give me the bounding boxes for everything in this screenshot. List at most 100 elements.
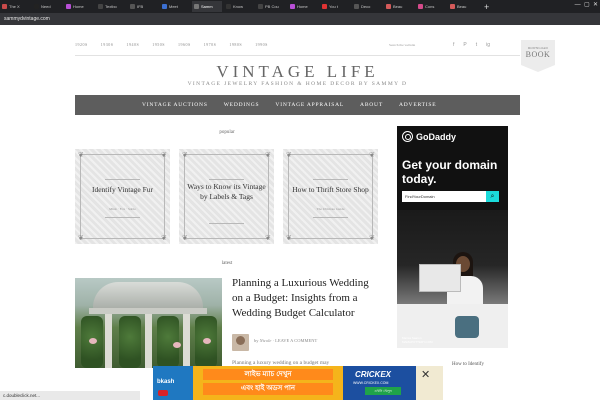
- card-frame: [80, 154, 165, 239]
- browser-tab[interactable]: The X: [0, 1, 30, 12]
- badge-big-text: BOOK: [525, 50, 551, 59]
- browser-tab[interactable]: PB Cou: [256, 1, 286, 12]
- gazebo-pillar: [105, 314, 112, 368]
- ad-brand: GoDaddy: [416, 131, 457, 142]
- browser-tab[interactable]: Samm: [192, 1, 222, 12]
- banner-left: bkash: [153, 366, 193, 400]
- domain-search-input[interactable]: FindYourDomain: [402, 191, 486, 202]
- card-divider: [105, 217, 140, 218]
- flower-decoration: [89, 338, 97, 344]
- site-tagline: VINTAGE JEWELRY FASHION & HOME DECOR BY …: [187, 81, 408, 87]
- browser-tab[interactable]: Need: [32, 1, 62, 12]
- popular-card-fur[interactable]: ❦ ❦ ❦ ❦ Identify Vintage Fur Mink · Fox …: [75, 149, 170, 244]
- tab-label: Meet: [169, 4, 178, 9]
- corner-ornament-icon: ❦: [78, 235, 84, 242]
- window-controls[interactable]: — ▢ ✕: [575, 1, 598, 8]
- ad-logo: GoDaddy: [402, 131, 456, 142]
- godaddy-ad[interactable]: GoDaddy Get your domain today. FindYourD…: [397, 126, 508, 348]
- ad-headline: Get your domain today.: [402, 158, 498, 186]
- decade-link[interactable]: 1930S: [101, 42, 114, 47]
- author-link[interactable]: Nicole: [260, 338, 272, 343]
- main-nav-item[interactable]: ADVERTISE: [399, 102, 436, 108]
- browser-tab[interactable]: You t: [320, 1, 350, 12]
- card-title: How to Thrift Store Shop: [292, 185, 369, 194]
- card-subtitle: Mink · Fox · Sable: [109, 207, 136, 211]
- decade-link[interactable]: 1980S: [229, 42, 242, 47]
- byline-separator: ·: [272, 338, 275, 343]
- decade-link[interactable]: 1960S: [178, 42, 191, 47]
- tab-favicon-icon: [162, 4, 167, 9]
- corner-ornament-icon: ❦: [369, 235, 375, 242]
- decade-link[interactable]: 1920S: [75, 42, 88, 47]
- latest-heading: latest: [221, 261, 233, 266]
- close-icon[interactable]: ✕: [421, 368, 430, 381]
- instagram-icon[interactable]: ig: [486, 42, 490, 48]
- card-title: Identify Vintage Fur: [91, 185, 154, 194]
- banner-cta-button[interactable]: এখনি খেলুন: [365, 387, 401, 395]
- site-logo[interactable]: VINTAGE LIFE: [75, 62, 520, 82]
- browser-tab[interactable]: Home: [64, 1, 94, 12]
- corner-ornament-icon: ❦: [286, 152, 292, 159]
- comment-link[interactable]: LEAVE A COMMENT: [275, 338, 317, 343]
- tab-label: Home: [297, 4, 308, 9]
- banner-middle: লাইভ ম্যাচ দেখুন এবং হাই অডস পান: [193, 366, 343, 400]
- download-book-badge[interactable]: DOWNLOAD BOOK: [521, 40, 555, 72]
- post-title[interactable]: Planning a Luxurious Wedding on a Budget…: [232, 276, 382, 321]
- status-bar: c.doubleclick.net...: [0, 391, 140, 400]
- godaddy-logo-icon: [402, 131, 413, 142]
- twitter-icon[interactable]: t: [476, 42, 477, 48]
- card-title: Ways to Know its Vintage by Labels & Tag…: [187, 182, 266, 201]
- main-nav-item[interactable]: WEDDINGS: [224, 102, 260, 108]
- pinterest-icon[interactable]: P: [463, 42, 466, 48]
- browser-tab[interactable]: Beau: [384, 1, 414, 12]
- browser-tab[interactable]: Home: [288, 1, 318, 12]
- tab-favicon-icon: [130, 4, 135, 9]
- corner-ornament-icon: ❦: [286, 235, 292, 242]
- corner-ornament-icon: ❦: [78, 152, 84, 159]
- corner-ornament-icon: ❦: [182, 152, 188, 159]
- tab-favicon-icon: [2, 4, 7, 9]
- address-bar[interactable]: sammydvintage.com: [0, 13, 600, 25]
- facebook-icon[interactable]: f: [453, 42, 454, 48]
- sidebar-link[interactable]: How to Identify: [452, 362, 484, 367]
- card-divider: [209, 179, 244, 180]
- tab-favicon-icon: [354, 4, 359, 9]
- corner-ornament-icon: ❦: [182, 235, 188, 242]
- browser-tab[interactable]: Beau: [448, 1, 478, 12]
- tab-label: You t: [329, 4, 338, 9]
- tab-favicon-icon: [226, 4, 231, 9]
- browser-tab[interactable]: Deco: [352, 1, 382, 12]
- new-tab-button[interactable]: +: [484, 2, 489, 12]
- browser-tab[interactable]: Know: [224, 1, 254, 12]
- main-nav-item[interactable]: VINTAGE AUCTIONS: [142, 102, 208, 108]
- popular-card-thrift[interactable]: ❦ ❦ ❦ ❦ How to Thrift Store Shop The Ult…: [283, 149, 378, 244]
- gazebo-roof: [93, 282, 203, 310]
- tab-label: Home: [73, 4, 84, 9]
- search-input[interactable]: Search the website: [389, 43, 415, 47]
- tab-favicon-icon: [386, 4, 391, 9]
- tab-favicon-icon: [418, 4, 423, 9]
- browser-tab[interactable]: IFB: [128, 1, 158, 12]
- post-thumbnail[interactable]: [75, 278, 222, 368]
- decade-link[interactable]: 1940S: [126, 42, 139, 47]
- browser-tab[interactable]: Meet: [160, 1, 190, 12]
- decade-link[interactable]: 1990S: [255, 42, 268, 47]
- popular-card-labels[interactable]: ❦ ❦ ❦ ❦ Ways to Know its Vintage by Labe…: [179, 149, 274, 244]
- main-nav-item[interactable]: VINTAGE APPRAISAL: [275, 102, 344, 108]
- decade-link[interactable]: 1970S: [204, 42, 217, 47]
- browser-tab-bar: The X Need Home Textbo IFB Meet Samm Know PB Cou…: [0, 0, 600, 13]
- browser-tab[interactable]: Cons: [416, 1, 446, 12]
- banner-line-1: লাইভ ম্যাচ দেখুন: [203, 369, 333, 380]
- search-icon[interactable]: ⌕: [486, 191, 499, 202]
- tab-label: Beau: [393, 4, 403, 9]
- tab-favicon-icon: [258, 4, 263, 9]
- main-nav-item[interactable]: ABOUT: [360, 102, 383, 108]
- browser-tab[interactable]: Textbo: [96, 1, 126, 12]
- card-divider: [105, 179, 140, 180]
- bottom-banner-ad[interactable]: bkash লাইভ ম্যাচ দেখুন এবং হাই অডস পান C…: [153, 366, 443, 400]
- chair: [455, 316, 479, 338]
- corner-ornament-icon: ❦: [265, 152, 271, 159]
- tab-label: PB Cou: [265, 4, 279, 9]
- main-nav: VINTAGE AUCTIONS WEDDINGS VINTAGE APPRAISA…: [75, 95, 520, 115]
- decade-link[interactable]: 1950S: [152, 42, 165, 47]
